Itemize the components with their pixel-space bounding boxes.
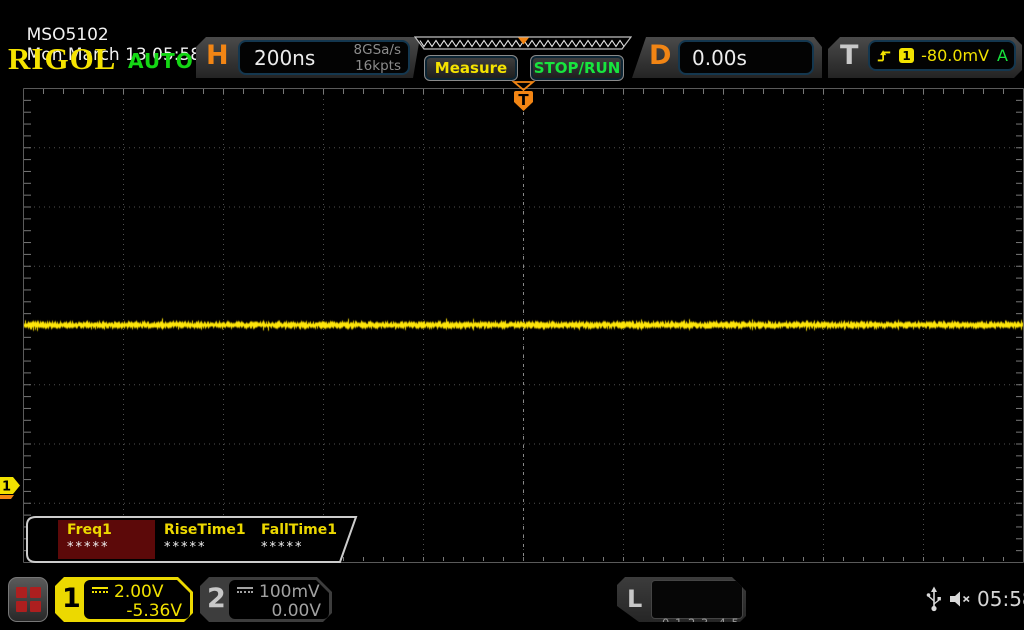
channel1-status-tag[interactable]: 1 2.00V -5.36V xyxy=(55,577,193,622)
clock-time: 05:58 xyxy=(977,587,1024,611)
svg-text:T: T xyxy=(518,91,529,109)
dc-coupling-icon xyxy=(237,587,253,597)
menu-grid-square xyxy=(29,601,41,612)
dc-coupling-icon xyxy=(92,587,108,597)
channel2-number: 2 xyxy=(207,583,226,614)
channel1-level-marker[interactable]: 1 xyxy=(0,474,24,502)
menu-grid-button[interactable] xyxy=(8,577,48,622)
menu-grid-square xyxy=(15,601,27,612)
measurement-label: Freq1 xyxy=(67,522,112,538)
channel1-scale: 2.00V xyxy=(114,582,164,602)
logic-label: L xyxy=(627,585,643,613)
channel2-values: 100mV 0.00V xyxy=(229,580,329,619)
channel1-number: 1 xyxy=(62,583,81,614)
measurement-panel: Freq1 ***** RiseTime1 ***** FallTime1 **… xyxy=(25,518,355,560)
measurement-value: ***** xyxy=(67,540,110,555)
svg-text:1: 1 xyxy=(2,480,11,495)
menu-grid-square xyxy=(29,587,41,598)
channel2-status-tag[interactable]: 2 100mV 0.00V xyxy=(200,577,332,622)
trigger-position-marker[interactable]: T xyxy=(505,80,545,116)
measurement-value: ***** xyxy=(261,540,304,555)
channel1-values: 2.00V -5.36V xyxy=(84,580,190,619)
measurement-label: FallTime1 xyxy=(261,522,337,538)
logic-channel-list: 0 1 2 3 4 5 6 7 8 9 1011 12131415 xyxy=(651,580,743,619)
measurement-label: RiseTime1 xyxy=(164,522,246,538)
measurement-item-falltime1[interactable]: FallTime1 ***** xyxy=(252,520,349,559)
menu-grid-square xyxy=(15,587,27,598)
measurement-item-risetime1[interactable]: RiseTime1 ***** xyxy=(155,520,252,559)
logic-channels-block[interactable]: L 0 1 2 3 4 5 6 7 8 9 1011 12131415 xyxy=(617,577,746,622)
channel1-offset: -5.36V xyxy=(126,601,182,621)
measurement-value: ***** xyxy=(164,540,207,555)
channel2-offset: 0.00V xyxy=(271,601,321,621)
oscilloscope-screen: MSO5102 Mon March 13 05:58:49 2023 RIGOL… xyxy=(0,0,1024,630)
speaker-muted-icon xyxy=(950,591,970,607)
measurement-item-freq1[interactable]: Freq1 ***** xyxy=(58,520,155,559)
channel2-scale: 100mV xyxy=(259,582,320,602)
usb-icon xyxy=(926,586,941,612)
